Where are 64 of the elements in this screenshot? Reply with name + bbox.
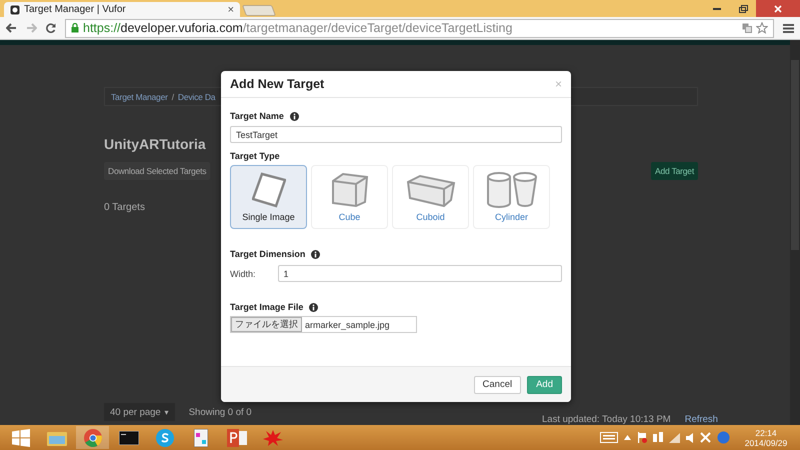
terminal-icon[interactable] — [118, 430, 138, 444]
last-updated-text: Last updated: Today 10:13 PM — [542, 414, 671, 425]
width-field[interactable]: 1 — [278, 265, 562, 282]
download-button[interactable]: Download Selected Targets — [104, 162, 210, 180]
per-page-dropdown[interactable]: 40 per page ▾ — [104, 403, 175, 421]
target-type-option[interactable]: Single Image — [230, 165, 307, 229]
forward-icon[interactable] — [26, 23, 37, 33]
restore-icon[interactable] — [738, 4, 748, 12]
lock-icon — [71, 23, 79, 33]
field-label: Target Image File — [230, 302, 304, 312]
close-icon[interactable] — [700, 432, 711, 443]
tab-close-button[interactable]: × — [228, 4, 234, 16]
signal-icon[interactable] — [669, 432, 680, 442]
browser-tab[interactable]: Target Manager | Vufor × — [4, 2, 240, 17]
caret-up-icon[interactable] — [624, 435, 631, 440]
skype-icon[interactable] — [156, 428, 174, 446]
cancel-button[interactable]: Cancel — [474, 376, 522, 394]
target-count: 0 Targets — [104, 202, 145, 213]
info-icon[interactable] — [309, 302, 318, 312]
notepad-icon[interactable] — [194, 428, 208, 446]
field-label: Target Dimension — [230, 249, 306, 259]
showing-text: Showing 0 of 0 — [188, 406, 252, 418]
speaker-icon[interactable] — [686, 432, 694, 442]
target-name-field[interactable]: TestTarget — [230, 126, 562, 143]
target-type-option[interactable]: Cube — [311, 165, 388, 229]
back-icon[interactable] — [6, 23, 17, 33]
field-label: Target Type — [230, 151, 280, 161]
field-label: Target Name — [230, 111, 284, 121]
database-heading: UnityARTutoria — [104, 136, 206, 152]
menu-icon[interactable] — [783, 24, 794, 32]
info-icon[interactable] — [290, 112, 299, 120]
breadcrumb-link[interactable]: Target Manager — [111, 92, 168, 102]
width-label: Width: — [230, 268, 256, 278]
flag-icon[interactable] — [637, 432, 647, 443]
taskbar-clock[interactable]: 22:14 2014/09/29 — [736, 428, 796, 448]
chrome-icon[interactable] — [84, 428, 102, 446]
minimize-icon[interactable] — [713, 7, 721, 10]
tab-title: Target Manager | Vufor — [24, 4, 127, 15]
cube-icon — [330, 172, 368, 208]
close-icon[interactable] — [774, 4, 782, 12]
page-icon — [10, 4, 20, 14]
dialog-title: Add New Target — [230, 77, 324, 91]
add-target-button[interactable]: Add Target — [651, 162, 698, 180]
target-type-option[interactable]: Cylinder — [473, 165, 550, 229]
file-name: armarker_sample.jpg — [305, 320, 390, 330]
new-tab-button[interactable] — [242, 5, 276, 16]
translate-icon[interactable] — [742, 23, 752, 33]
file-field[interactable]: ファイルを選択 armarker_sample.jpg — [230, 316, 417, 333]
breadcrumb-separator: / — [172, 92, 174, 102]
cylinders-icon — [486, 172, 538, 208]
choose-file-button[interactable]: ファイルを選択 — [231, 317, 302, 332]
powerpoint-icon[interactable] — [226, 428, 246, 446]
windows-start-icon[interactable] — [12, 428, 30, 446]
reload-icon[interactable] — [46, 23, 56, 33]
info-icon[interactable] — [311, 250, 320, 258]
splash-icon[interactable] — [262, 428, 282, 446]
globe-icon[interactable] — [717, 431, 730, 444]
network-icon[interactable] — [653, 432, 663, 443]
star-icon[interactable] — [756, 22, 768, 34]
refresh-link[interactable]: Refresh — [684, 414, 718, 425]
cuboid-icon — [406, 174, 456, 208]
breadcrumb-link[interactable]: Device Da — [178, 92, 216, 102]
keyboard-icon[interactable] — [600, 432, 618, 443]
target-type-option[interactable]: Cuboid — [392, 165, 469, 229]
